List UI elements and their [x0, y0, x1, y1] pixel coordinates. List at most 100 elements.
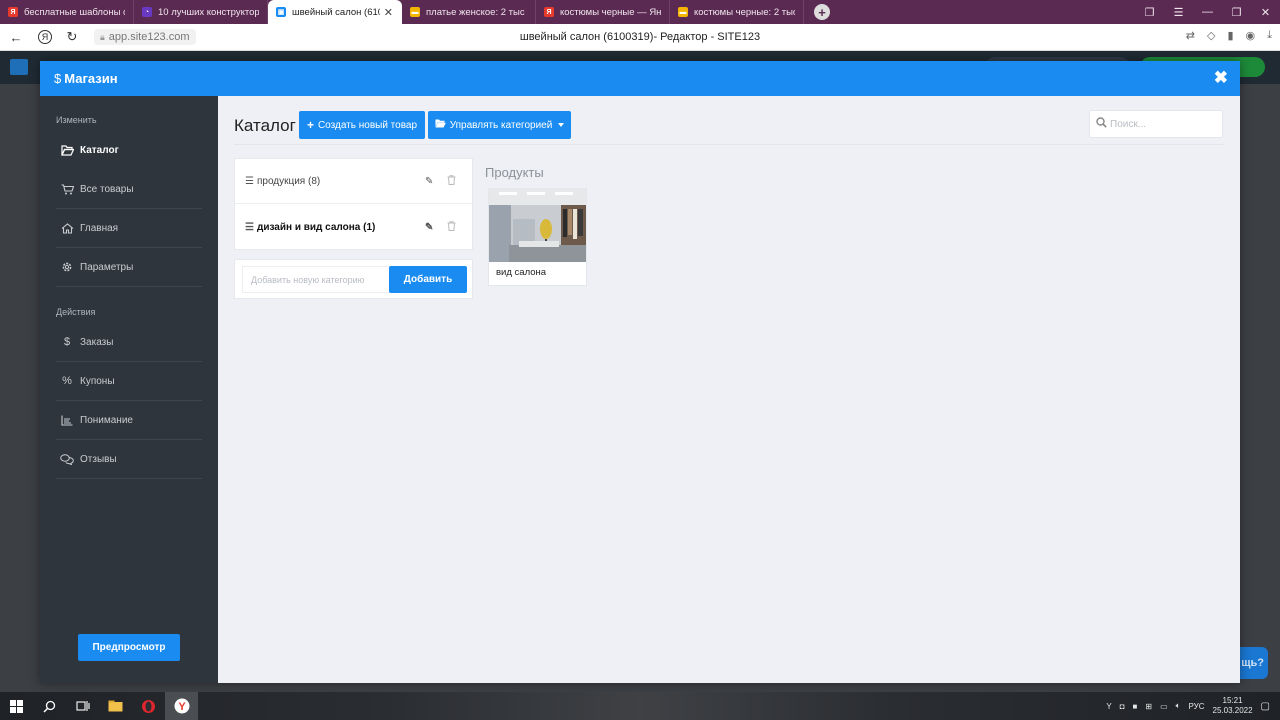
new-tab-button[interactable]: + [814, 4, 830, 20]
store-sidebar: Изменить Каталог Все товары Главная Пара… [40, 96, 218, 683]
browser-tab-active[interactable]: ▣ швейный салон (61003 ✕ [268, 0, 402, 24]
preview-button[interactable]: Предпросмотр [78, 634, 180, 661]
sidebar-section-edit: Изменить [56, 115, 97, 125]
os-taskbar: Y Y ◘ ■ ⊞ ▭ 🔈︎ РУС 15:21 25.03.2022 ▢ [0, 692, 1280, 720]
add-category-input[interactable] [242, 266, 390, 293]
sidebar-item-label: Все товары [80, 183, 134, 195]
browser-tab[interactable]: ▬ костюмы черные: 2 тыс и [670, 0, 804, 24]
manage-category-button[interactable]: Управлять категорией [428, 111, 571, 139]
sidebar-item-coupons[interactable]: % Купоны [56, 362, 202, 401]
tabs-icon[interactable]: ❐ [1135, 6, 1164, 19]
folder-open-icon [435, 119, 446, 131]
restore-icon[interactable]: ❐ [1222, 6, 1251, 19]
catalog-title: Каталог [234, 116, 296, 135]
search-box[interactable] [1089, 110, 1223, 138]
create-product-button[interactable]: + Создать новый товар [299, 111, 425, 139]
sidebar-item-reviews[interactable]: Отзывы [56, 440, 202, 479]
sidebar-item-label: Отзывы [80, 453, 117, 465]
download-icon[interactable]: ⤓ [1267, 29, 1272, 42]
images-favicon-icon: ▬ [678, 7, 688, 17]
sidebar-item-catalog[interactable]: Каталог [56, 131, 202, 170]
close-window-icon[interactable]: ✕ [1251, 6, 1280, 19]
yandex-favicon-icon: Я [544, 7, 554, 17]
close-icon[interactable]: ✖ [1214, 69, 1228, 87]
monitor-icon[interactable]: ▭ [1160, 702, 1168, 711]
manage-category-label: Управлять категорией [449, 119, 553, 131]
yandex-icon[interactable]: Я [38, 30, 52, 44]
bookmark-icon[interactable]: ▮ [1227, 29, 1233, 42]
browser-tab-strip: Я бесплатные шаблоны сай ◔ 10 лучших кон… [0, 0, 1280, 24]
network-icon[interactable]: ⊞ [1145, 702, 1152, 711]
search-input[interactable] [1110, 118, 1210, 130]
add-category-panel: Добавить [234, 259, 473, 299]
sidebar-item-settings[interactable]: Параметры [56, 248, 202, 287]
site123-favicon-icon: ▣ [276, 7, 286, 17]
category-list: ☰ продукция (8) ✎ ☰ дизайн и вид салона … [234, 158, 473, 250]
trash-icon[interactable] [447, 174, 456, 188]
shield-icon[interactable]: ◇ [1207, 29, 1215, 42]
sidebar-section-actions: Действия [56, 307, 96, 317]
app-tray-icon[interactable]: ■ [1133, 702, 1138, 711]
tab-title: 10 лучших конструкторов [158, 6, 259, 18]
folder-open-icon [60, 145, 74, 156]
extension-icon[interactable]: ◉ [1246, 29, 1256, 42]
category-name: продукция (8) [256, 175, 321, 187]
search-icon[interactable] [33, 692, 66, 720]
browser-tab[interactable]: ◔ 10 лучших конструкторов [134, 0, 268, 24]
browser-tab[interactable]: Я костюмы черные — Яндек [536, 0, 670, 24]
minimize-icon[interactable]: — [1193, 6, 1222, 18]
trash-icon[interactable] [447, 221, 456, 234]
header-divider [234, 144, 1224, 145]
drag-handle-icon[interactable]: ☰ [245, 176, 254, 187]
drag-handle-icon[interactable]: ☰ [245, 222, 254, 233]
sidebar-item-label: Заказы [80, 336, 114, 348]
volume-icon[interactable]: 🔈︎ [1176, 701, 1181, 711]
yandex-browser-icon[interactable]: Y [165, 692, 198, 720]
search-icon [1096, 117, 1107, 131]
windows-start-icon[interactable] [0, 692, 33, 720]
task-view-icon[interactable] [66, 692, 99, 720]
product-image [489, 189, 586, 262]
store-modal: $ Магазин ✖ Изменить Каталог Все товары … [40, 61, 1240, 683]
product-card[interactable]: вид салона [488, 188, 587, 286]
add-category-button[interactable]: Добавить [389, 266, 467, 293]
tab-title: платье женское: 2 тыс изо [426, 6, 527, 18]
sidebar-item-home[interactable]: Главная [56, 209, 202, 248]
reload-icon[interactable]: ↻ [60, 29, 84, 45]
opera-icon[interactable] [132, 692, 165, 720]
modal-header: $ Магазин [40, 61, 1240, 96]
pencil-icon[interactable]: ✎ [425, 176, 433, 187]
sidebar-item-insights[interactable]: Понимание [56, 401, 202, 440]
comments-icon [60, 453, 74, 465]
url-field[interactable]: 🔒︎ app.site123.com [94, 29, 196, 45]
tab-title: бесплатные шаблоны сай [24, 6, 125, 18]
translate-icon[interactable]: ⇄ [1186, 29, 1195, 42]
catalog-main: Каталог + Создать новый товар Управлять … [218, 96, 1240, 683]
language-indicator[interactable]: РУС [1188, 702, 1204, 711]
editor-menu-icon[interactable] [10, 59, 28, 75]
back-arrow-icon[interactable]: ← [4, 30, 28, 45]
chart-icon [60, 415, 74, 426]
pencil-icon[interactable]: ✎ [425, 222, 433, 233]
file-explorer-icon[interactable] [99, 692, 132, 720]
yandex-favicon-icon: Я [8, 7, 18, 17]
sidebar-item-all-products[interactable]: Все товары [56, 170, 202, 209]
yandex-tray-icon[interactable]: Y [1106, 702, 1111, 711]
category-row[interactable]: ☰ продукция (8) ✎ [235, 159, 472, 204]
svg-text:Y: Y [178, 701, 186, 713]
site-favicon-icon: ◔ [142, 7, 152, 17]
gamepad-icon[interactable]: ◘ [1120, 702, 1125, 711]
browser-tab[interactable]: ▬ платье женское: 2 тыс изо [402, 0, 536, 24]
clock-date: 25.03.2022 [1212, 706, 1253, 715]
sidebar-item-orders[interactable]: $ Заказы [56, 323, 202, 362]
plus-icon: + [306, 118, 314, 132]
window-controls: ❐ ☰ — ❐ ✕ [1135, 0, 1280, 24]
create-product-label: Создать новый товар [317, 119, 418, 131]
browser-tab[interactable]: Я бесплатные шаблоны сай [0, 0, 134, 24]
menu-icon[interactable]: ☰ [1164, 6, 1193, 19]
notifications-icon[interactable]: ▢ [1261, 701, 1270, 712]
help-chat-text: щь? [1241, 657, 1264, 669]
clock[interactable]: 15:21 25.03.2022 [1213, 696, 1253, 716]
tab-close-icon[interactable]: ✕ [384, 6, 393, 19]
category-row[interactable]: ☰ дизайн и вид салона (1) ✎ [235, 205, 472, 250]
